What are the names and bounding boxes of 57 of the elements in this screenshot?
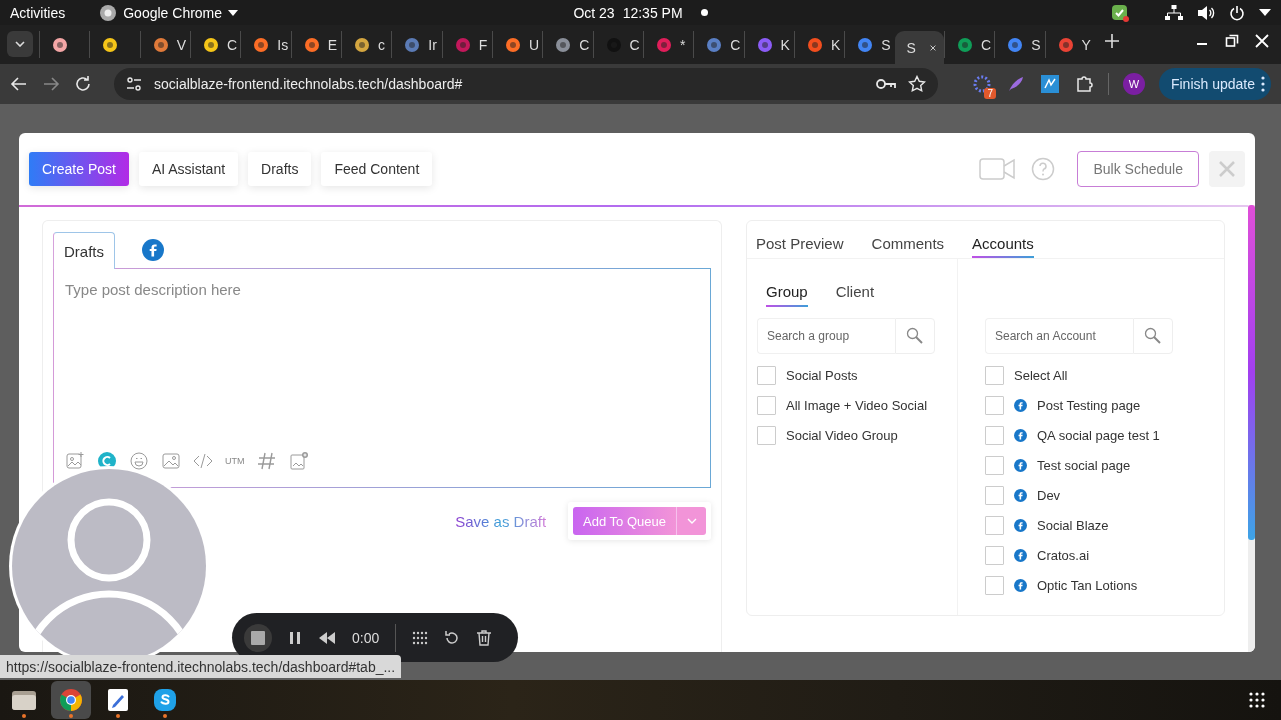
browser-tab[interactable]: Y — [1044, 31, 1095, 58]
browser-tab[interactable]: S — [844, 31, 895, 58]
sub-tab[interactable]: Client — [835, 277, 875, 307]
preview-tab[interactable]: Accounts — [972, 221, 1034, 258]
browser-tab[interactable]: S — [894, 31, 944, 64]
browser-tab[interactable]: C — [592, 31, 643, 58]
group-label: All Image + Video Social — [786, 397, 928, 413]
utm-button[interactable]: UTM — [225, 456, 245, 466]
address-bar[interactable]: socialblaze-frontend.itechnolabs.tech/dashboard# — [114, 68, 938, 100]
account-label: Dev — [1037, 487, 1061, 503]
activities-button[interactable]: Activities — [10, 4, 66, 21]
browser-tab[interactable]: S — [994, 31, 1045, 58]
browser-tab[interactable]: E — [290, 31, 341, 58]
browser-tab[interactable]: C — [190, 31, 241, 58]
account-label: QA social page test 1 — [1037, 427, 1160, 443]
account-label: Test social page — [1037, 457, 1131, 473]
group-label: Social Video Group — [786, 427, 898, 443]
browser-tab[interactable]: Is — [240, 31, 291, 58]
browser-tab[interactable]: F — [441, 31, 492, 58]
preview-tab[interactable]: Post Preview — [756, 221, 844, 258]
browser-tab[interactable]: V — [139, 31, 190, 58]
bulk-schedule-button[interactable]: Bulk Schedule — [1077, 151, 1199, 187]
select-all-label: Select All — [1014, 367, 1068, 383]
header-tab[interactable]: Drafts — [248, 152, 312, 186]
browser-tab[interactable]: * — [642, 31, 694, 58]
finish-update-button[interactable]: Finish update — [1158, 68, 1271, 100]
browser-tab[interactable]: U — [491, 31, 543, 58]
placeholder: Type post description here — [65, 281, 242, 298]
browser-tab[interactable]: K — [793, 31, 845, 58]
url-text: socialblaze-frontend.itechnolabs.tech/dashboard# — [154, 76, 464, 92]
profile-avatar[interactable]: W — [1122, 73, 1145, 95]
account-label: Social Blaze — [1037, 517, 1109, 533]
browser-tab[interactable]: C — [693, 31, 744, 58]
extension-badge: 7 — [984, 88, 996, 99]
account-search-field[interactable]: Search an Account — [985, 318, 1133, 354]
browser-tab[interactable]: Ir — [391, 31, 442, 58]
timer: 0:00 — [352, 629, 380, 646]
link-status-url: https://socialblaze-frontend.itechnolabs.tech/dashboard#tab_... — [0, 655, 402, 678]
preview-tab[interactable]: Comments — [871, 221, 945, 258]
sub-tab[interactable]: Group — [766, 277, 808, 307]
browser-tab[interactable]: C — [542, 31, 593, 58]
browser-tab[interactable]: C — [943, 31, 995, 58]
header-tab[interactable]: AI Assistant — [138, 152, 239, 186]
account-label: Post Testing page — [1037, 397, 1141, 413]
editor-tab[interactable]: Drafts — [53, 232, 115, 269]
group-label: Social Posts — [786, 367, 858, 383]
header-tab[interactable]: Create Post — [29, 152, 129, 186]
clock-time[interactable]: 12:35 PM — [622, 4, 683, 21]
header-tab[interactable]: Feed Content — [321, 152, 433, 186]
app-menu[interactable]: Google Chrome — [123, 4, 223, 21]
group-search-field[interactable]: Search a group — [757, 318, 895, 354]
account-label: Optic Tan Lotions — [1037, 577, 1138, 593]
clock-date[interactable]: Oct 23 — [573, 4, 615, 21]
account-label: Cratos.ai — [1037, 547, 1090, 563]
browser-tab[interactable]: K — [743, 31, 794, 58]
post-text-area[interactable]: Type post description here UTM — [53, 268, 711, 488]
browser-tab[interactable]: c — [340, 31, 392, 58]
